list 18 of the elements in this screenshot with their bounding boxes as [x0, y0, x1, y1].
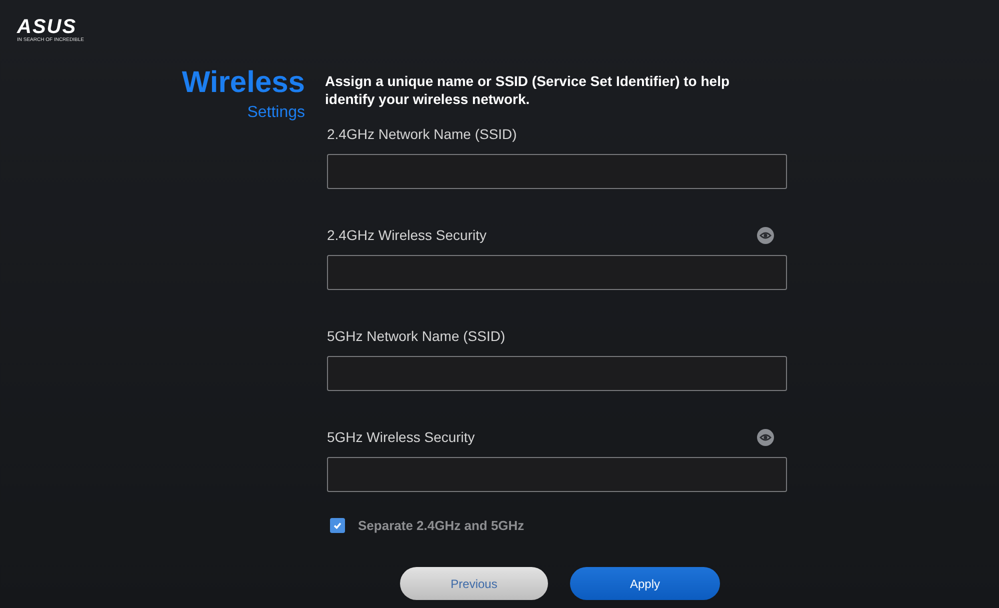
field-label: 2.4GHz Wireless Security: [327, 227, 486, 243]
field-label: 5GHz Wireless Security: [327, 429, 475, 445]
previous-button[interactable]: Previous: [400, 567, 548, 600]
logo-wordmark: ASUS: [17, 18, 77, 36]
input-field[interactable]: [327, 255, 787, 290]
page-title: Wireless: [182, 66, 305, 100]
checkbox[interactable]: [330, 518, 345, 533]
input-field[interactable]: [327, 154, 787, 189]
input-field[interactable]: [327, 457, 787, 492]
page-subtitle: Settings: [247, 103, 305, 123]
field-label: 5GHz Network Name (SSID): [327, 328, 506, 344]
show-password-icon[interactable]: [757, 226, 774, 244]
field-label: 2.4GHz Network Name (SSID): [327, 126, 517, 142]
input-field[interactable]: [327, 356, 787, 391]
checkbox-label: Separate 2.4GHz and 5GHz: [358, 518, 524, 533]
apply-button[interactable]: Apply: [570, 567, 720, 600]
show-password-icon[interactable]: [757, 428, 774, 446]
intro-text: Assign a unique name or SSID (Service Set Identifier) to help identify your wireless network.: [325, 72, 731, 108]
